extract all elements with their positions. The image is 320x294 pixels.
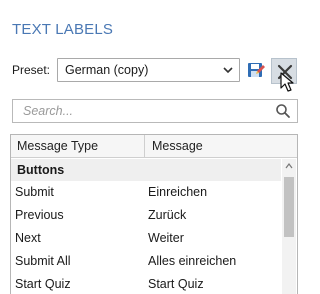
cell-message-type: Previous bbox=[15, 208, 64, 222]
table-row[interactable]: Submit All Alles einreichen bbox=[11, 250, 281, 273]
cell-message-type: Next bbox=[15, 231, 41, 245]
column-header-message-type[interactable]: Message Type bbox=[17, 139, 98, 153]
column-divider[interactable] bbox=[144, 135, 145, 158]
group-label: Buttons bbox=[17, 163, 65, 177]
group-row-buttons[interactable]: Buttons bbox=[11, 159, 281, 181]
cell-message[interactable]: Alles einreichen bbox=[148, 254, 236, 268]
search-icon[interactable] bbox=[275, 103, 291, 119]
chevron-down-icon bbox=[223, 67, 233, 74]
vertical-scrollbar[interactable] bbox=[282, 159, 296, 294]
table-row[interactable]: Submit Einreichen bbox=[11, 181, 281, 204]
cell-message[interactable]: Einreichen bbox=[148, 185, 207, 199]
scrollbar-thumb[interactable] bbox=[284, 177, 294, 237]
preset-selected-value: German (copy) bbox=[65, 63, 149, 77]
preset-dropdown[interactable]: German (copy) bbox=[57, 58, 240, 82]
text-labels-table: Message Type Message Buttons Submit Einr… bbox=[10, 134, 298, 294]
preset-label: Preset: bbox=[12, 63, 51, 77]
save-preset-button[interactable] bbox=[245, 58, 267, 82]
cell-message-type: Start Quiz bbox=[15, 277, 71, 291]
table-row[interactable]: Start Quiz Start Quiz bbox=[11, 273, 281, 294]
save-icon bbox=[248, 63, 265, 77]
cell-message-type: Submit bbox=[15, 185, 54, 199]
table-row[interactable]: Previous Zurück bbox=[11, 204, 281, 227]
search-box[interactable] bbox=[12, 99, 298, 123]
cell-message[interactable]: Start Quiz bbox=[148, 277, 204, 291]
cell-message[interactable]: Zurück bbox=[148, 208, 186, 222]
scroll-up-arrow-icon[interactable] bbox=[285, 163, 293, 169]
mouse-pointer-icon bbox=[280, 72, 294, 92]
panel-title: TEXT LABELS bbox=[12, 21, 114, 38]
table-header: Message Type Message bbox=[11, 135, 297, 158]
cell-message-type: Submit All bbox=[15, 254, 71, 268]
column-header-message[interactable]: Message bbox=[152, 139, 203, 153]
search-input[interactable] bbox=[13, 100, 263, 122]
table-row[interactable]: Next Weiter bbox=[11, 227, 281, 250]
cell-message[interactable]: Weiter bbox=[148, 231, 184, 245]
